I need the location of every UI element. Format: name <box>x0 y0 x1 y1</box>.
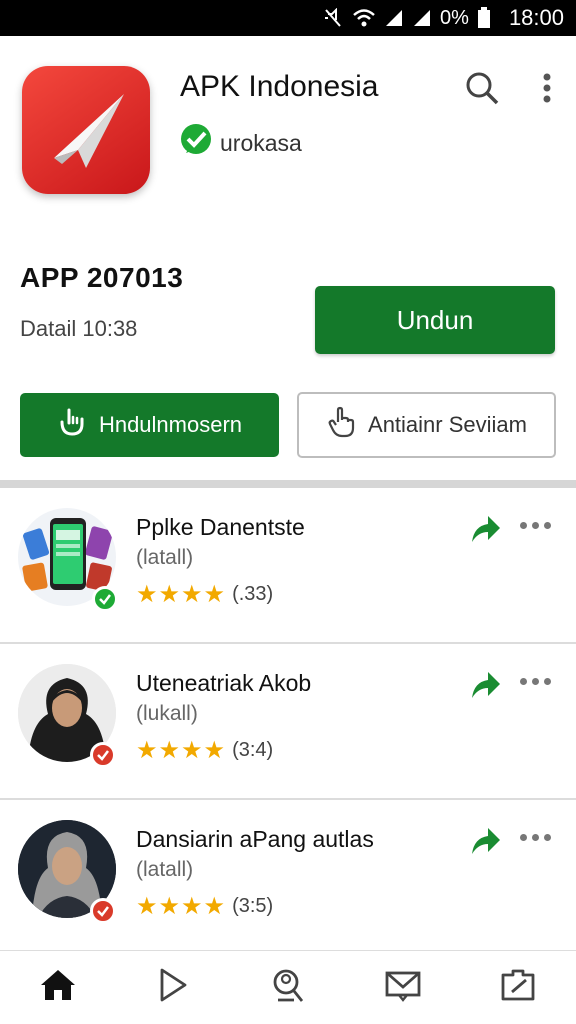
item-title: Dansiarin aPang autlas <box>136 826 374 852</box>
play-icon <box>157 967 189 1008</box>
secondary-action-label: Hndulnmosern <box>98 412 243 437</box>
hand-icon <box>326 406 356 444</box>
nav-search[interactable] <box>258 958 318 1018</box>
star-rating: ★★★★ <box>136 737 227 764</box>
verified-check-icon <box>178 122 214 164</box>
share-icon[interactable] <box>468 668 502 702</box>
rating: ★★★★ (3:4) <box>136 736 273 765</box>
star-rating: ★★★★ <box>136 893 227 920</box>
developer-row[interactable]: urokasa <box>178 122 302 164</box>
app-id: APP 207013 <box>20 262 184 293</box>
more-horiz-icon[interactable] <box>520 674 554 688</box>
item-subtitle: (lukall) <box>136 702 198 725</box>
signal-icon <box>384 8 404 28</box>
nav-mail[interactable] <box>373 958 433 1018</box>
clock: 18:00 <box>508 5 564 30</box>
rating-count: (3:4) <box>232 739 274 761</box>
list-item[interactable]: Pplke Danentste (latall) ★★★★ (.33) <box>0 488 576 644</box>
signal-icon <box>412 8 432 28</box>
item-subtitle: (latall) <box>136 546 194 569</box>
rating-count: (3:5) <box>232 895 274 917</box>
touch-icon <box>57 407 87 443</box>
search-button[interactable] <box>460 68 504 112</box>
outline-action-label: Antiainr Seviiam <box>368 412 527 437</box>
nav-home[interactable] <box>28 958 88 1018</box>
mail-icon <box>384 968 422 1007</box>
rating: ★★★★ (3:5) <box>136 892 273 921</box>
wifi-icon <box>352 8 376 28</box>
outline-action-button[interactable]: Antiainr Seviiam <box>297 392 556 458</box>
verified-badge-icon <box>90 742 116 768</box>
item-subtitle: (latall) <box>136 858 194 881</box>
section-divider <box>0 480 576 488</box>
share-icon[interactable] <box>468 512 502 546</box>
more-horiz-icon[interactable] <box>520 518 554 532</box>
secondary-action-button[interactable]: Hndulnmosern <box>20 393 279 457</box>
rating-count: (.33) <box>232 583 274 605</box>
star-rating: ★★★★ <box>136 581 227 608</box>
battery-percent: 0% <box>440 6 469 29</box>
list-item[interactable]: Uteneatriak Akob (lukall) ★★★★ (3:4) <box>0 644 576 800</box>
overflow-menu-button[interactable] <box>525 68 569 112</box>
mute-icon <box>322 8 344 28</box>
nav-play[interactable] <box>143 958 203 1018</box>
edit-icon <box>499 967 537 1008</box>
more-vert-icon <box>542 72 552 109</box>
more-horiz-icon[interactable] <box>520 830 554 844</box>
share-icon[interactable] <box>468 824 502 858</box>
item-title: Uteneatriak Akob <box>136 670 312 696</box>
search-icon <box>464 70 500 111</box>
nav-edit[interactable] <box>488 958 548 1018</box>
app-header: APK Indonesia urokasa APP 207013 Datail … <box>0 36 576 480</box>
download-button[interactable]: Undun <box>315 286 555 354</box>
verified-badge-icon <box>90 898 116 924</box>
developer-name: urokasa <box>220 129 302 156</box>
list-item[interactable]: Dansiarin aPang autlas (latall) ★★★★ (3:… <box>0 800 576 956</box>
verified-badge-icon <box>92 586 118 612</box>
search-profile-icon <box>269 966 307 1009</box>
home-icon <box>39 967 77 1008</box>
battery-icon <box>477 7 491 29</box>
detail-text: Datail 10:38 <box>20 316 138 341</box>
status-bar: 0% 18:00 <box>0 0 576 36</box>
bottom-navigation <box>0 950 576 1024</box>
rating: ★★★★ (.33) <box>136 580 273 609</box>
app-title: APK Indonesia <box>180 70 379 103</box>
item-title: Pplke Danentste <box>136 514 305 540</box>
app-logo-icon <box>22 66 150 194</box>
